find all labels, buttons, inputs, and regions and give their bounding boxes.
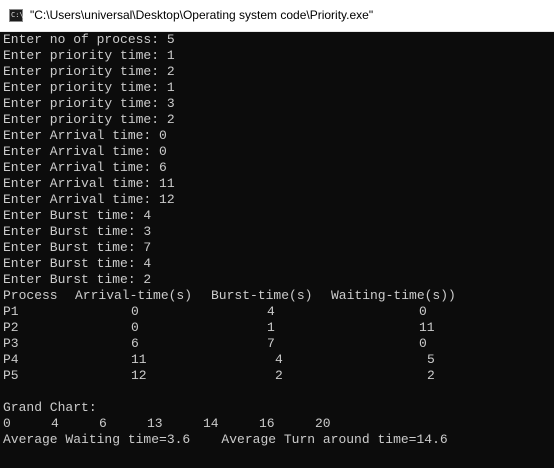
burst-cell: 4 [275, 352, 283, 367]
console-app-icon: C:\ [9, 9, 24, 22]
timeline-tick: 4 [51, 416, 59, 431]
header-process: Process [3, 288, 58, 303]
console-line: Enter Burst time: 4 [3, 256, 152, 271]
table-row: P3 6 7 0 [3, 336, 553, 352]
average-times-summary: Average Waiting time=3.6 Average Turn ar… [3, 432, 448, 447]
window-title: "C:\Users\universal\Desktop\Operating sy… [30, 8, 374, 22]
timeline-tick: 14 [203, 416, 219, 431]
burst-cell: 7 [267, 336, 275, 351]
waiting-cell: 2 [427, 368, 435, 383]
burst-cell: 1 [267, 320, 275, 335]
console-line: Enter Arrival time: 12 [3, 192, 175, 207]
process-cell: P4 [3, 352, 19, 367]
arrival-cell: 12 [131, 368, 147, 383]
console-line: Enter Arrival time: 6 [3, 160, 167, 175]
timeline-tick: 16 [259, 416, 275, 431]
waiting-cell: 0 [419, 336, 427, 351]
console-line: Enter priority time: 2 [3, 112, 175, 127]
console-line: Enter Arrival time: 0 [3, 144, 167, 159]
table-row: P1 0 4 0 [3, 304, 553, 320]
console-line: Enter Arrival time: 11 [3, 176, 175, 191]
arrival-cell: 11 [131, 352, 147, 367]
waiting-cell: 5 [427, 352, 435, 367]
waiting-cell: 0 [419, 304, 427, 319]
arrival-cell: 0 [131, 320, 139, 335]
grand-chart-label: Grand Chart: [3, 400, 97, 415]
table-row: P5 12 2 2 [3, 368, 553, 384]
arrival-cell: 0 [131, 304, 139, 319]
arrival-cell: 6 [131, 336, 139, 351]
grand-chart-timeline: 0 4 6 13 14 16 20 [3, 416, 553, 432]
console-line: Enter priority time: 2 [3, 64, 175, 79]
process-table-header: Process Arrival-time(s) Burst-time(s) Wa… [3, 288, 553, 304]
console-output[interactable]: Enter no of process: 5 Enter priority ti… [0, 32, 554, 468]
title-bar[interactable]: C:\ "C:\Users\universal\Desktop\Operatin… [0, 0, 554, 32]
burst-cell: 2 [275, 368, 283, 383]
console-line: Enter Burst time: 2 [3, 272, 152, 287]
header-waiting-time: Waiting-time(s)) [331, 288, 456, 303]
table-row: P2 0 1 11 [3, 320, 553, 336]
console-line: Enter Burst time: 7 [3, 240, 152, 255]
timeline-tick: 0 [3, 416, 11, 431]
timeline-tick: 20 [315, 416, 331, 431]
console-line: Enter Burst time: 4 [3, 208, 152, 223]
console-line: Enter priority time: 1 [3, 80, 175, 95]
process-cell: P5 [3, 368, 19, 383]
console-line: Enter no of process: 5 [3, 32, 175, 47]
process-cell: P2 [3, 320, 19, 335]
process-cell: P1 [3, 304, 19, 319]
header-burst-time: Burst-time(s) [211, 288, 313, 303]
burst-cell: 4 [267, 304, 275, 319]
process-cell: P3 [3, 336, 19, 351]
timeline-tick: 6 [99, 416, 107, 431]
timeline-tick: 13 [147, 416, 163, 431]
console-line: Enter Burst time: 3 [3, 224, 152, 239]
console-line: Enter Arrival time: 0 [3, 128, 167, 143]
header-arrival-time: Arrival-time(s) [75, 288, 193, 303]
console-line: Enter priority time: 1 [3, 48, 175, 63]
table-row: P4 11 4 5 [3, 352, 553, 368]
console-line: Enter priority time: 3 [3, 96, 175, 111]
waiting-cell: 11 [419, 320, 435, 335]
